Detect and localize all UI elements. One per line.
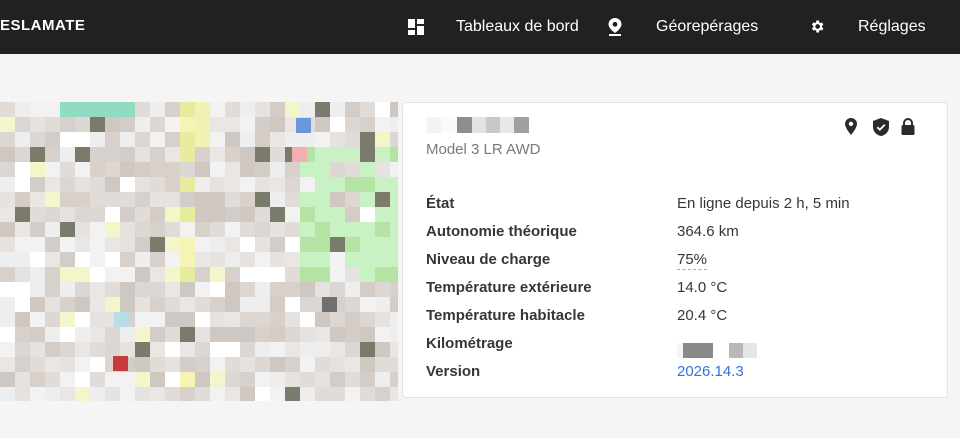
gear-icon xyxy=(809,18,825,36)
map-tiles xyxy=(0,102,398,401)
info-row-outside-temp: Température extérieure 14.0 °C xyxy=(426,279,926,303)
nav-settings[interactable]: Réglages xyxy=(809,0,926,54)
charge-label: Niveau de charge xyxy=(426,251,551,268)
info-row-inside-temp: Température habitacle 20.4 °C xyxy=(426,307,926,331)
state-value: En ligne depuis 2 h, 5 min xyxy=(677,195,850,212)
brand-logo-text[interactable]: ESLAMATE xyxy=(0,17,85,34)
info-row-range: Autonomie théorique 364.6 km xyxy=(426,223,926,247)
info-row-state: État En ligne depuis 2 h, 5 min xyxy=(426,195,926,219)
nav-geofences-label: Géorepérages xyxy=(656,18,759,35)
odometer-label: Kilométrage xyxy=(426,335,513,352)
inside-temp-label: Température habitacle xyxy=(426,307,585,324)
range-value: 364.6 km xyxy=(677,223,739,240)
nav-settings-label: Réglages xyxy=(858,18,926,35)
car-summary-card: Model 3 LR AWD État En ligne depuis 2 h,… xyxy=(402,102,948,398)
charge-value[interactable]: 75% xyxy=(677,251,708,270)
nav-dashboards-label: Tableaux de bord xyxy=(456,18,579,35)
top-navbar: ESLAMATE Tableaux de bord Géorepérages R… xyxy=(0,0,960,54)
range-label: Autonomie théorique xyxy=(426,223,577,240)
shield-check-icon xyxy=(873,118,889,136)
dashboard-icon xyxy=(408,18,424,36)
car-model: Model 3 LR AWD xyxy=(426,141,541,158)
state-label: État xyxy=(426,195,455,212)
car-status-icons xyxy=(845,118,917,136)
outside-temp-value: 14.0 °C xyxy=(677,279,728,296)
map-marker-icon xyxy=(845,118,861,136)
nav-geofences[interactable]: Géorepérages xyxy=(608,0,758,54)
map-marker-icon xyxy=(608,18,624,36)
car-name-redacted xyxy=(427,117,529,133)
version-link[interactable]: 2026.14.3 xyxy=(677,363,744,380)
odometer-value-redacted xyxy=(677,341,757,358)
car-location-map[interactable] xyxy=(0,102,398,401)
info-row-charge: Niveau de charge 75% xyxy=(426,251,926,275)
lock-icon xyxy=(901,118,917,136)
nav-dashboards[interactable]: Tableaux de bord xyxy=(408,0,579,54)
info-row-version: Version 2026.14.3 xyxy=(426,363,926,387)
inside-temp-value: 20.4 °C xyxy=(677,307,728,324)
version-label: Version xyxy=(426,363,481,380)
outside-temp-label: Température extérieure xyxy=(426,279,592,296)
info-row-odometer: Kilométrage xyxy=(426,335,926,359)
